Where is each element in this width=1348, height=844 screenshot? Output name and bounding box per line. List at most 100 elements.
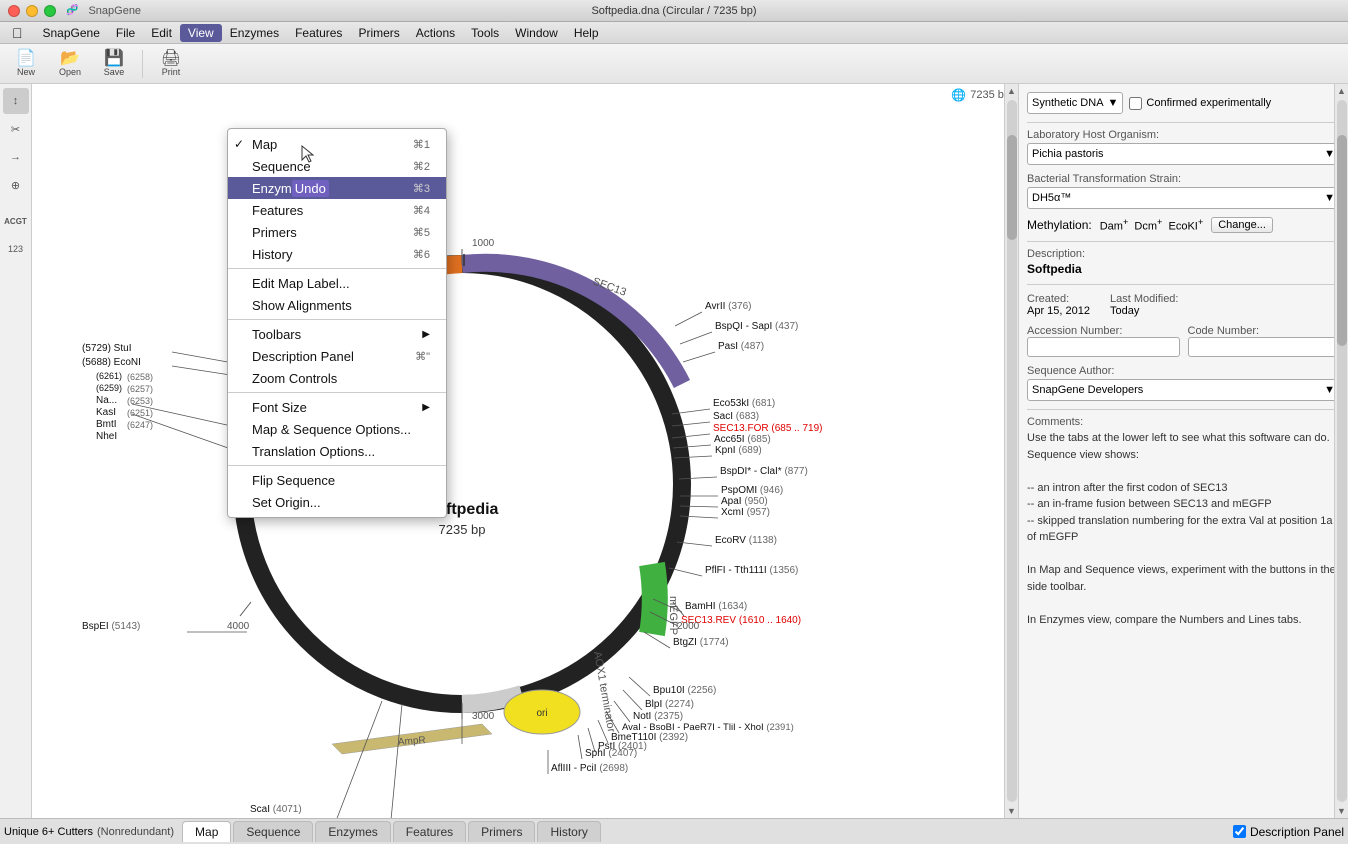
comments-text: Use the tabs at the lower left to see wh… <box>1027 430 1340 628</box>
tools-menu[interactable]: Tools <box>463 24 507 42</box>
menu-map[interactable]: ✓ Map ⌘1 <box>228 133 446 155</box>
menu-enzymes-shortcut: ⌘3 <box>413 182 430 195</box>
menu-history-label: History <box>252 247 292 262</box>
menu-sequence[interactable]: Sequence ⌘2 <box>228 155 446 177</box>
view-menu[interactable]: View <box>180 24 222 42</box>
tab-features[interactable]: Features <box>393 821 466 842</box>
svg-text:ApaI (950): ApaI (950) <box>721 496 768 507</box>
menu-show-alignments[interactable]: Show Alignments <box>228 294 446 316</box>
window-menu[interactable]: Window <box>507 24 566 42</box>
synthetic-dna-select[interactable]: Synthetic DNA ▼ <box>1027 92 1123 114</box>
svg-text:ori: ori <box>536 708 547 719</box>
close-button[interactable] <box>8 5 20 17</box>
divider-2 <box>1027 241 1340 242</box>
primers-menu[interactable]: Primers <box>350 24 407 42</box>
menu-enzymes[interactable]: EnzymUndo ⌘3 <box>228 177 446 199</box>
right-scroll-thumb[interactable] <box>1337 135 1347 346</box>
bacterial-strain-select[interactable]: DH5α™ ▼ <box>1027 187 1340 209</box>
tab-map[interactable]: Map <box>182 821 231 842</box>
right-scroll-track[interactable] <box>1337 100 1347 802</box>
methylation-row-inner: Methylation: Dam+ Dcm+ EcoKI+ Change... <box>1027 217 1340 233</box>
actions-menu[interactable]: Actions <box>408 24 463 42</box>
help-menu[interactable]: Help <box>566 24 607 42</box>
bacterial-strain-label: Bacterial Transformation Strain: <box>1027 173 1340 185</box>
menu-set-origin[interactable]: Set Origin... <box>228 491 446 513</box>
right-scroll-down[interactable]: ▼ <box>1335 804 1348 818</box>
menu-flip-sequence-text: Flip Sequence <box>252 473 335 488</box>
accession-col: Accession Number: <box>1027 323 1180 357</box>
seq-author-row: Sequence Author: SnapGene Developers ▼ <box>1027 365 1340 401</box>
right-panel-scrollbar[interactable]: ▲ ▼ <box>1334 84 1348 818</box>
svg-text:KpnI (689): KpnI (689) <box>715 445 762 456</box>
menu-translation-options-text: Translation Options... <box>252 444 375 459</box>
tool-arrow[interactable]: ↕ <box>3 88 29 114</box>
tab-enzymes[interactable]: Enzymes <box>315 821 390 842</box>
menu-font-size[interactable]: Font Size ▶ <box>228 396 446 418</box>
code-input[interactable] <box>1188 337 1341 357</box>
accession-input[interactable] <box>1027 337 1180 357</box>
svg-text:Acc65I (685): Acc65I (685) <box>714 434 771 445</box>
synthetic-dna-arrow: ▼ <box>1108 97 1119 109</box>
menu-edit-map-label[interactable]: Edit Map Label... <box>228 272 446 294</box>
seq-author-label: Sequence Author: <box>1027 365 1340 377</box>
change-button[interactable]: Change... <box>1211 217 1273 233</box>
svg-text:BspDI* - ClaI* (877): BspDI* - ClaI* (877) <box>720 466 808 477</box>
svg-text:(6259): (6259) <box>96 383 122 393</box>
svg-text:7235 bp: 7235 bp <box>439 522 486 537</box>
svg-text:NotI (2375): NotI (2375) <box>633 711 683 722</box>
menu-sequence-shortcut: ⌘2 <box>413 160 430 173</box>
tab-history[interactable]: History <box>537 821 600 842</box>
maximize-button[interactable] <box>44 5 56 17</box>
menu-history-shortcut: ⌘6 <box>413 248 430 261</box>
menu-map-label: Map <box>252 137 277 152</box>
seq-author-value: SnapGene Developers <box>1032 384 1143 396</box>
menu-flip-sequence[interactable]: Flip Sequence <box>228 469 446 491</box>
confirmed-checkbox[interactable] <box>1129 97 1142 110</box>
lab-host-select[interactable]: Pichia pastoris ▼ <box>1027 143 1340 165</box>
tool-numbers[interactable]: 123 <box>3 236 29 262</box>
menu-description-panel[interactable]: Description Panel ⌘" <box>228 345 446 367</box>
print-button[interactable]: 🖨 Print <box>153 47 189 81</box>
desc-panel-label: Description Panel <box>1250 825 1344 839</box>
lab-host-value: Pichia pastoris <box>1032 148 1104 160</box>
svg-text:(6261): (6261) <box>96 371 122 381</box>
new-button[interactable]: 📄 New <box>8 47 44 81</box>
menu-history[interactable]: History ⌘6 <box>228 243 446 265</box>
svg-text:SphI (2407): SphI (2407) <box>585 748 637 759</box>
seq-author-select[interactable]: SnapGene Developers ▼ <box>1027 379 1340 401</box>
right-scroll-up[interactable]: ▲ <box>1335 84 1348 98</box>
features-menu[interactable]: Features <box>287 24 350 42</box>
menu-toolbars[interactable]: Toolbars ▶ <box>228 323 446 345</box>
desc-panel-checkbox[interactable] <box>1233 825 1246 838</box>
open-button[interactable]: 📂 Open <box>52 47 88 81</box>
menu-zoom-controls[interactable]: Zoom Controls <box>228 367 446 389</box>
synthetic-dna-label: Synthetic DNA <box>1032 97 1104 109</box>
menu-map-seq-options[interactable]: Map & Sequence Options... <box>228 418 446 440</box>
menu-translation-options[interactable]: Translation Options... <box>228 440 446 462</box>
nonredundant-label[interactable]: (Nonredundant) <box>97 826 174 838</box>
menu-features[interactable]: Features ⌘4 <box>228 199 446 221</box>
separator-4 <box>228 465 446 466</box>
minimize-button[interactable] <box>26 5 38 17</box>
tab-sequence[interactable]: Sequence <box>233 821 313 842</box>
separator-2 <box>228 319 446 320</box>
svg-text:Eco53kI (681): Eco53kI (681) <box>713 398 775 409</box>
menu-zoom-controls-text: Zoom Controls <box>252 371 337 386</box>
tool-sequence[interactable]: ACGT <box>3 208 29 234</box>
file-menu[interactable]: File <box>108 24 143 42</box>
enzymes-menu[interactable]: Enzymes <box>222 24 287 42</box>
menubar:  SnapGene File Edit View Enzymes Featur… <box>0 22 1348 44</box>
tool-zoom[interactable]: ⊕ <box>3 172 29 198</box>
plasmid-map: Softpedia 7235 bp ori AmpR AvrII (376) <box>32 84 982 818</box>
apple-menu[interactable]:  <box>4 23 31 43</box>
save-button[interactable]: 💾 Save <box>96 47 132 81</box>
edit-menu[interactable]: Edit <box>143 24 180 42</box>
svg-text:Bpu10I (2256): Bpu10I (2256) <box>653 685 716 696</box>
menu-primers[interactable]: Primers ⌘5 <box>228 221 446 243</box>
confirmed-row: Confirmed experimentally <box>1129 97 1271 110</box>
tab-primers[interactable]: Primers <box>468 821 535 842</box>
tool-select[interactable]: ✂ <box>3 116 29 142</box>
tool-navigate[interactable]: → <box>3 144 29 170</box>
methylation-row: Methylation: Dam+ Dcm+ EcoKI+ Change... <box>1027 217 1340 233</box>
snapgene-menu[interactable]: SnapGene <box>35 24 108 42</box>
